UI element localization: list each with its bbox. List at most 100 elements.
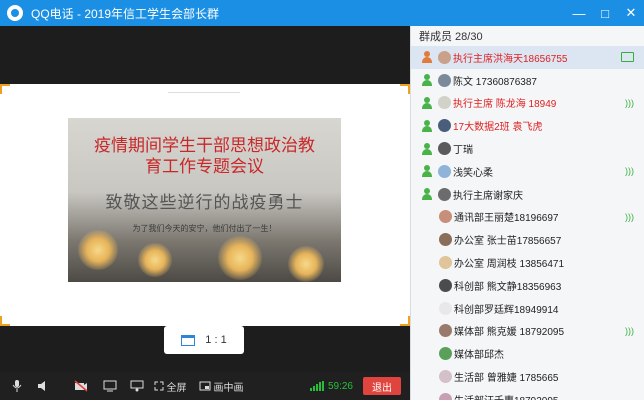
- frame-corner: [0, 316, 10, 326]
- avatar: [439, 324, 452, 338]
- aspect-ratio-control[interactable]: 1 : 1: [164, 326, 244, 354]
- person-icon: [421, 165, 433, 178]
- member-row[interactable]: 执行主席谢家庆: [411, 183, 644, 206]
- person-icon: [421, 142, 433, 155]
- close-button[interactable]: ✕: [618, 0, 644, 26]
- person-icon: [421, 188, 433, 201]
- person-icon: [421, 119, 433, 132]
- minimize-button[interactable]: —: [566, 0, 592, 26]
- exit-button[interactable]: 退出: [363, 377, 401, 395]
- member-name: 通讯部王丽楚18196697: [454, 213, 559, 225]
- qq-call-icon: [7, 5, 23, 21]
- avatar: [439, 278, 452, 292]
- pip-label: 画中画: [213, 382, 244, 394]
- avatar: [439, 256, 452, 270]
- avatar: [438, 73, 451, 87]
- member-name: 17大数据2班 袁飞虎: [453, 122, 543, 134]
- presentation-slide: 疫情期间学生干部思想政治教 育工作专题会议 致敬这些逆行的战疫勇士 为了我们今天…: [68, 118, 341, 282]
- avatar: [439, 233, 452, 247]
- person-icon: [421, 74, 433, 87]
- slide-title-line2: 育工作专题会议: [145, 157, 264, 177]
- member-name: 执行主席谢家庆: [453, 190, 523, 202]
- person-icon: [421, 51, 433, 64]
- speaker-button[interactable]: [30, 372, 56, 400]
- avatar: [438, 96, 451, 110]
- fullscreen-label: 全屏: [166, 382, 187, 394]
- member-name: 生活部汪千惠18792095: [454, 392, 559, 400]
- maximize-button[interactable]: □: [592, 0, 618, 26]
- member-count-header: 群成员 28/30: [419, 31, 483, 43]
- frame-corner: [400, 316, 410, 326]
- call-toolbar: 全屏 画中画 59:26 退出: [0, 372, 410, 400]
- presenter-button[interactable]: [124, 372, 150, 400]
- screen-share-icon: [103, 380, 117, 392]
- member-row[interactable]: 执行主席 陈龙海 18949))): [411, 92, 644, 115]
- member-row[interactable]: 执行主席洪海天18656755: [411, 46, 644, 69]
- candle-light: [218, 236, 262, 280]
- qq-call-window: QQ电话 - 2019年信工学生会部长群 — □ ✕ 疫情期间学生干部思想政治教…: [0, 0, 644, 400]
- member-row[interactable]: 浅笑心柔))): [411, 160, 644, 183]
- member-row[interactable]: 科创部 熊文静18356963: [411, 274, 644, 297]
- member-name: 科创部罗廷辉18949914: [454, 304, 559, 316]
- member-name: 媒体部 熊克媛 18792095: [454, 327, 565, 339]
- avatar: [439, 210, 452, 224]
- member-row[interactable]: 生活部 曾雅婕 1785665: [411, 365, 644, 388]
- avatar: [438, 142, 451, 156]
- candle-light: [78, 230, 118, 270]
- avatar: [439, 392, 452, 400]
- call-duration: 59:26: [327, 380, 353, 392]
- speaker-icon: [38, 381, 45, 391]
- speaking-icon: ))): [625, 325, 634, 336]
- member-row[interactable]: 丁瑞: [411, 137, 644, 160]
- member-name: 陈文 17360876387: [453, 76, 537, 88]
- microphone-icon: [12, 380, 22, 392]
- microphone-button[interactable]: [4, 372, 30, 400]
- member-panel: 群成员 28/30 执行主席洪海天18656755 陈文 17360876387 执…: [410, 26, 644, 400]
- screen-share-view[interactable]: 疫情期间学生干部思想政治教 育工作专题会议 致敬这些逆行的战疫勇士 为了我们今天…: [0, 84, 410, 326]
- member-name: 浅笑心柔: [453, 167, 493, 179]
- avatar: [439, 370, 452, 384]
- camera-off-button[interactable]: [66, 372, 96, 400]
- member-row[interactable]: 媒体部邱杰: [411, 342, 644, 365]
- candle-light: [288, 246, 324, 282]
- member-row[interactable]: 办公室 周润枝 13856471: [411, 251, 644, 274]
- member-row[interactable]: 陈文 17360876387: [411, 69, 644, 92]
- member-row[interactable]: 生活部汪千惠18792095: [411, 388, 644, 400]
- member-name: 办公室 张士苗17856657: [454, 236, 562, 248]
- picture-in-picture-button[interactable]: 画中画: [194, 372, 248, 400]
- pip-icon: [199, 381, 210, 391]
- screen-sharing-icon: [621, 52, 634, 63]
- avatar: [438, 164, 451, 178]
- camera-off-icon: [74, 380, 88, 392]
- speaking-icon: ))): [625, 211, 634, 222]
- avatar: [438, 119, 451, 133]
- fullscreen-button[interactable]: 全屏: [150, 372, 190, 400]
- member-name: 执行主席 陈龙海 18949: [453, 99, 557, 111]
- member-name: 丁瑞: [453, 145, 473, 157]
- presenter-icon: [130, 380, 144, 392]
- title-bar: QQ电话 - 2019年信工学生会部长群 — □ ✕: [0, 0, 644, 26]
- member-row[interactable]: 科创部罗廷辉18949914: [411, 297, 644, 320]
- screen-share-button[interactable]: [96, 372, 124, 400]
- candle-light: [138, 243, 172, 277]
- person-icon: [421, 96, 433, 109]
- member-name: 媒体部邱杰: [454, 350, 504, 362]
- avatar: [439, 301, 452, 315]
- window-title: QQ电话 - 2019年信工学生会部长群: [31, 6, 220, 21]
- member-row[interactable]: 通讯部王丽楚18196697))): [411, 206, 644, 229]
- member-row[interactable]: 媒体部 熊克媛 18792095))): [411, 320, 644, 343]
- member-row[interactable]: 办公室 张士苗17856657: [411, 228, 644, 251]
- signal-strength-icon: [309, 381, 324, 391]
- fullscreen-icon: [154, 381, 163, 391]
- speaking-icon: ))): [625, 166, 634, 177]
- avatar: [438, 187, 451, 201]
- member-row[interactable]: 17大数据2班 袁飞虎: [411, 114, 644, 137]
- slide-calligraphy: 致敬这些逆行的战疫勇士: [105, 193, 304, 213]
- slide-subtitle: 为了我们今天的安宁，他们付出了一生！: [132, 224, 277, 233]
- slide-title-line1: 疫情期间学生干部思想政治教: [94, 136, 315, 156]
- speaking-icon: ))): [625, 97, 634, 108]
- member-name: 生活部 曾雅婕 1785665: [454, 373, 559, 385]
- avatar: [438, 50, 451, 64]
- member-list: 执行主席洪海天18656755 陈文 17360876387 执行主席 陈龙海 18…: [411, 46, 644, 400]
- member-name: 执行主席洪海天18656755: [453, 53, 568, 65]
